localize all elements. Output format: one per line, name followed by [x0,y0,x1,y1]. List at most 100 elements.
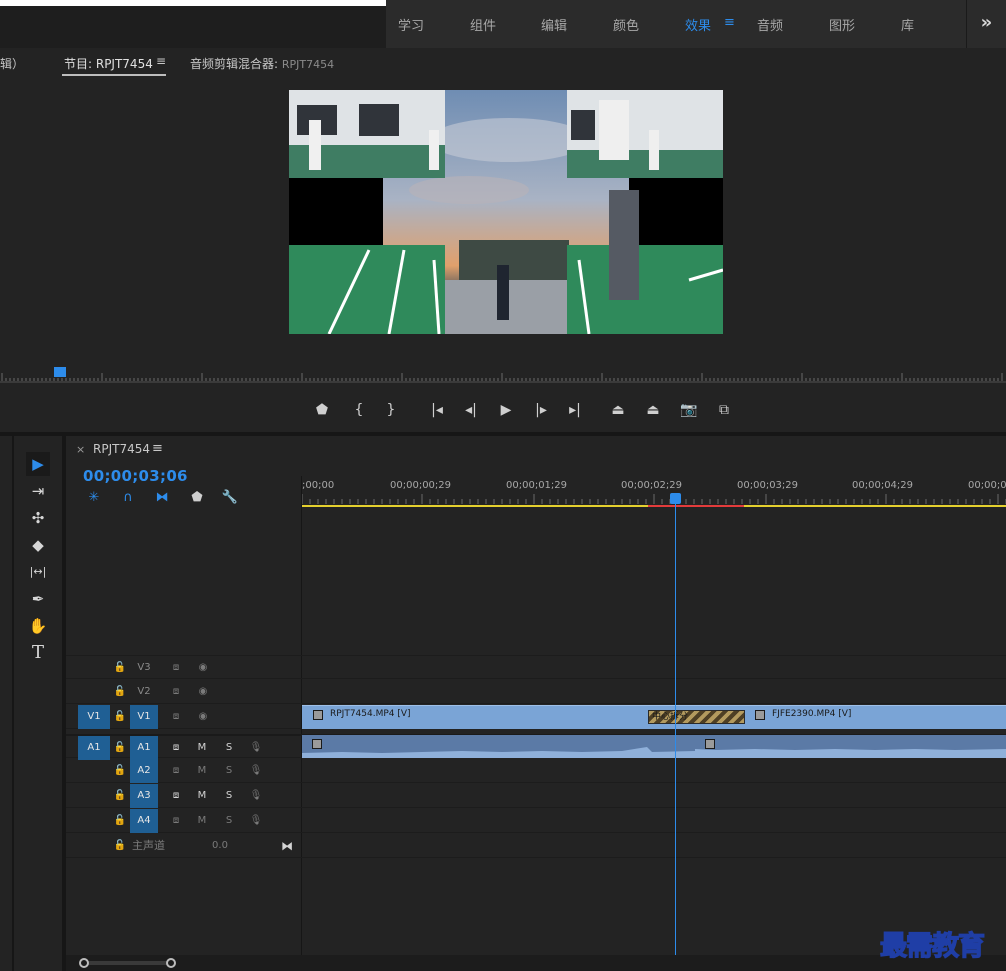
source-tab-fragment[interactable]: 辑） [0,55,24,72]
sync-lock-icon[interactable]: ⧈ [167,759,185,783]
zoom-handle-right[interactable] [166,958,176,968]
track-lane-v2[interactable] [301,680,1006,704]
workspace-tab-graphics[interactable]: 图形 [829,15,855,34]
track-lock-icon[interactable]: 🔓 [111,680,129,704]
solo-button[interactable]: S [220,784,238,808]
program-tab-menu-icon[interactable]: ≡ [156,54,166,68]
track-lock-icon[interactable]: 🔓 [111,809,129,833]
video-clip-rpjt7454[interactable]: RPJT7454.MP4 [V] [302,705,648,729]
track-target-a2[interactable]: A2 [130,759,158,783]
linked-selection-icon[interactable]: ⧓ [153,489,171,507]
mute-button[interactable]: M [193,759,211,783]
solo-button[interactable]: S [220,736,238,760]
add-marker-button[interactable]: ⬟ [310,398,334,422]
workspace-tab-color[interactable]: 颜色 [613,15,639,34]
voice-over-mic-icon[interactable]: 🎙 [247,759,265,783]
go-to-out-button[interactable]: ▸| [563,398,587,422]
snap-icon[interactable]: ∩ [119,489,137,507]
master-volume-value[interactable]: 0.0 [208,834,232,858]
pen-tool[interactable]: ✒ [26,587,50,611]
voice-over-mic-icon[interactable]: 🎙 [247,809,265,833]
voice-over-mic-icon[interactable]: 🎙 [247,784,265,808]
workspace-tab-libraries[interactable]: 库 [901,15,914,34]
mute-button[interactable]: M [193,784,211,808]
mute-button[interactable]: M [193,736,211,760]
type-tool[interactable]: T [26,641,50,665]
source-patch-a1[interactable]: A1 [78,736,110,760]
track-lane-a2[interactable] [301,759,1006,783]
audio-clip-1[interactable] [302,735,695,758]
timeline-horizontal-scroll[interactable] [66,955,1006,971]
sync-lock-icon[interactable]: ⧈ [167,656,185,680]
workspace-tab-learn[interactable]: 学习 [398,15,424,34]
solo-button[interactable]: S [220,759,238,783]
sync-lock-icon[interactable]: ⧈ [167,736,185,760]
sync-lock-icon[interactable]: ⧈ [167,809,185,833]
scroll-thumb[interactable] [88,961,168,965]
track-target-a1[interactable]: A1 [130,736,158,760]
workspace-menu-icon[interactable]: ≡ [724,15,735,30]
monitor-playhead-handle[interactable] [54,367,66,377]
track-visibility-icon[interactable]: ◉ [194,656,212,680]
add-marker-icon[interactable]: ⬟ [188,489,206,507]
sequence-menu-icon[interactable]: ≡ [152,441,163,456]
nest-toggle-icon[interactable]: ✳ [85,489,103,507]
track-lock-icon[interactable]: 🔓 [111,656,129,680]
workspace-tab-assembly[interactable]: 组件 [470,15,496,34]
audio-clip-mixer-tab[interactable]: 音频剪辑混合器: RPJT7454 [190,55,334,72]
voice-over-mic-icon[interactable]: 🎙 [247,736,265,760]
extract-button[interactable]: ⏏ [641,398,665,422]
track-lock-icon[interactable]: 🔓 [111,705,129,729]
sync-lock-icon[interactable]: ⧈ [167,705,185,729]
go-to-in-button[interactable]: |◂ [425,398,449,422]
sync-lock-icon[interactable]: ⧈ [167,680,185,704]
workspace-tab-effects[interactable]: 效果 [685,15,711,34]
zoom-handle-left[interactable] [79,958,89,968]
track-lane-a3[interactable] [301,784,1006,808]
track-lane-v3[interactable] [301,655,1006,679]
lift-button[interactable]: ⏏ [606,398,630,422]
track-target-a3[interactable]: A3 [130,784,158,808]
master-channel-icon[interactable]: ⧓ [278,834,296,858]
audio-clip-2[interactable] [695,735,1006,758]
track-lane-a4[interactable] [301,809,1006,833]
track-target-v2[interactable]: V2 [130,680,158,704]
mark-in-button[interactable]: { [347,398,371,422]
export-frame-button[interactable]: 📷 [677,398,701,422]
step-back-button[interactable]: ◂| [459,398,483,422]
close-sequence-icon[interactable]: × [76,443,85,456]
ripple-edit-tool[interactable]: ✣ [26,506,50,530]
more-workspaces-button[interactable]: » [966,0,1006,48]
comparison-view-button[interactable]: ⧉ [712,398,736,422]
sequence-tab[interactable]: RPJT7454 [93,442,150,456]
center-split-transition[interactable]: 中心拆分 [648,710,745,724]
playhead-timecode[interactable]: 00;00;03;06 [83,467,188,485]
play-button[interactable]: ▶ [494,398,518,422]
playhead-handle[interactable] [670,493,681,504]
track-lock-icon[interactable]: 🔓 [111,736,129,760]
video-clip-fjfe2390[interactable]: FJFE2390.MP4 [V] [745,705,1006,729]
track-target-v3[interactable]: V3 [130,656,158,680]
track-visibility-icon[interactable]: ◉ [194,680,212,704]
timeline-settings-icon[interactable]: 🔧 [221,489,239,507]
source-patch-v1[interactable]: V1 [78,705,110,729]
track-select-tool[interactable]: ⇥ [26,479,50,503]
mark-out-button[interactable]: } [379,398,403,422]
track-lock-icon[interactable]: 🔓 [111,834,129,858]
razor-tool[interactable]: ◆ [26,533,50,557]
solo-button[interactable]: S [220,809,238,833]
track-target-v1[interactable]: V1 [130,705,158,729]
track-visibility-icon[interactable]: ◉ [194,705,212,729]
workspace-tab-editing[interactable]: 编辑 [541,15,567,34]
sync-lock-icon[interactable]: ⧈ [167,784,185,808]
workspace-tab-audio[interactable]: 音频 [757,15,783,34]
hand-tool[interactable]: ✋ [26,614,50,638]
step-forward-button[interactable]: |▸ [529,398,553,422]
track-lock-icon[interactable]: 🔓 [111,784,129,808]
selection-tool[interactable]: ▶ [26,452,50,476]
slip-tool[interactable]: |↔| [26,560,50,584]
track-lock-icon[interactable]: 🔓 [111,759,129,783]
monitor-time-ruler[interactable] [0,368,1006,382]
track-target-a4[interactable]: A4 [130,809,158,833]
program-tab[interactable]: 节目: RPJT7454 [64,55,153,72]
